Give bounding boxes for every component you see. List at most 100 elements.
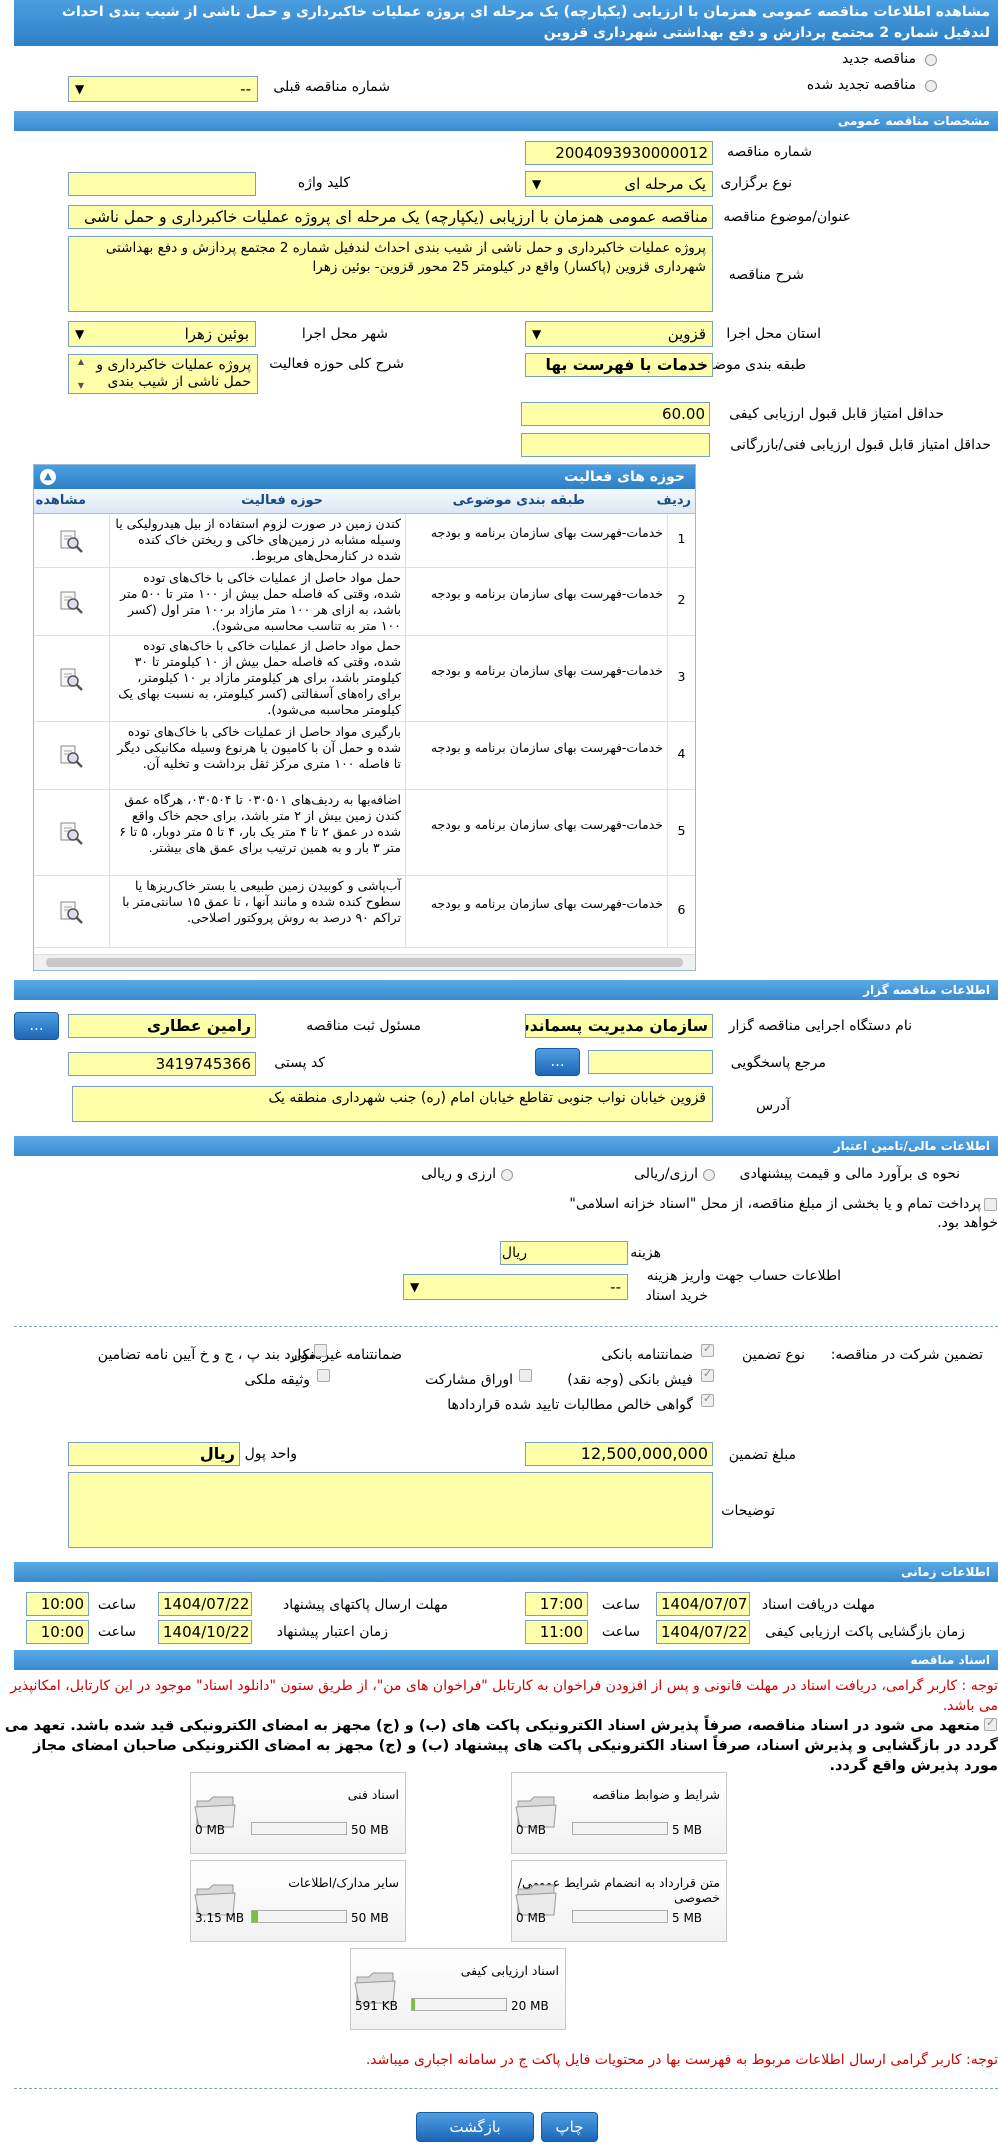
magnifier-icon[interactable] <box>58 899 84 925</box>
file-box[interactable]: سایر مدارک/اطلاعات 50 MB 3.15 MB <box>190 1860 406 1942</box>
guarantee-claims-checkbox[interactable] <box>701 1392 714 1407</box>
cell-scope: بارگیری مواد حاصل از عملیات خاکی با خاک‌… <box>109 722 405 789</box>
guarantee-bonds-checkbox[interactable] <box>519 1369 532 1382</box>
collapse-icon[interactable]: ▲ <box>40 469 56 485</box>
recv-date-field[interactable]: 1404/07/07 <box>656 1592 750 1616</box>
prev-number-select[interactable]: -- ▼ <box>68 76 258 102</box>
cell-row-number: 3 <box>667 636 695 721</box>
file-box[interactable]: اسناد فنی 50 MB 0 MB <box>190 1772 406 1854</box>
guarantee-bank-checkbox[interactable] <box>701 1342 714 1357</box>
send-time-label: ساعت <box>97 1597 136 1613</box>
file-box[interactable]: متن قرارداد به انضمام شرایط عمومی/خصوصی 5… <box>511 1860 727 1942</box>
open-time-field[interactable]: 11:00 <box>525 1620 588 1644</box>
send-time-field[interactable]: 10:00 <box>26 1592 89 1616</box>
guarantee-property-checkbox[interactable] <box>317 1369 330 1382</box>
cell-category: خدمات-فهرست بهای سازمان برنامه و بودجه <box>405 636 667 721</box>
magnifier-icon[interactable] <box>58 528 84 554</box>
magnifier-icon[interactable] <box>58 743 84 769</box>
cell-row-number: 4 <box>667 722 695 789</box>
province-label: استان محل اجرا <box>726 326 821 342</box>
grid-title-bar: حوزه های فعالیت ▲ <box>34 465 695 489</box>
radio-rial[interactable] <box>703 1169 715 1181</box>
cell-scope: کندن زمین در صورت لزوم استفاده از بیل هی… <box>109 514 405 567</box>
cell-view[interactable] <box>34 636 109 721</box>
valid-label: زمان اعتبار پیشنهاد <box>276 1624 388 1640</box>
city-select[interactable]: بوئین زهرا ▼ <box>68 321 256 347</box>
radio-new-tender[interactable] <box>925 54 937 66</box>
account-select[interactable]: -- ▼ <box>403 1274 628 1300</box>
type-select[interactable]: یک مرحله ای ▼ <box>525 171 713 197</box>
col-row[interactable]: ردیف <box>656 493 691 508</box>
ref-field[interactable] <box>588 1050 713 1074</box>
currency-field[interactable]: ریال <box>68 1442 240 1466</box>
category-field[interactable]: خدمات با فهرست بها <box>525 353 713 377</box>
magnifier-icon[interactable] <box>58 666 84 692</box>
scroll-arrows[interactable]: ▲ ▼ <box>70 356 84 392</box>
min-tech-field[interactable] <box>521 433 710 457</box>
open-time-label: ساعت <box>601 1624 640 1640</box>
org-lookup-button[interactable]: ... <box>14 1012 59 1040</box>
recv-time-field[interactable]: 17:00 <box>525 1592 588 1616</box>
horizontal-scrollbar[interactable] <box>34 954 695 970</box>
print-button[interactable]: چاپ <box>541 2112 598 2142</box>
radio-renewed-tender[interactable] <box>925 80 937 92</box>
file-usage-fill <box>252 1911 258 1922</box>
radio-both[interactable] <box>501 1169 513 1181</box>
desc-field[interactable]: پروژه عملیات خاکبرداری و حمل ناشی از شیب… <box>68 236 713 312</box>
cell-category: خدمات-فهرست بهای سازمان برنامه و بودجه <box>405 722 667 789</box>
subject-field[interactable]: مناقصه عمومی همزمان با ارزیابی (یکپارچه)… <box>68 205 713 229</box>
ref-lookup-button[interactable]: ... <box>535 1048 580 1076</box>
cell-view[interactable] <box>34 876 109 947</box>
send-date-field[interactable]: 1404/07/22 <box>158 1592 252 1616</box>
recv-label: مهلت دریافت اسناد <box>761 1597 875 1613</box>
guarantee-cash-checkbox[interactable] <box>701 1367 714 1382</box>
valid-time-field[interactable]: 10:00 <box>26 1620 89 1644</box>
addr-field[interactable]: قزوین خیابان نواب جنوبی تقاطع خیابان اما… <box>72 1086 713 1122</box>
commit-text: متعهد می شود در اسناد مناقصه، صرفاً پذیر… <box>4 1718 998 1774</box>
table-row: 1 خدمات-فهرست بهای سازمان برنامه و بودجه ک… <box>34 514 695 568</box>
province-select[interactable]: قزوین ▼ <box>525 321 713 347</box>
col-category[interactable]: طبقه بندی موضوعی <box>453 493 585 508</box>
section-docs: اسناد مناقصه <box>14 1650 998 1670</box>
chevron-down-icon: ▼ <box>75 82 85 96</box>
file-usage-fill <box>412 1999 415 2010</box>
cell-scope: حمل مواد حاصل از عملیات خاکی با خاک‌های … <box>109 636 405 721</box>
chevron-down-icon: ▼ <box>410 1280 420 1294</box>
resp-field[interactable]: رامین عطاری <box>68 1014 256 1038</box>
tender-number-field[interactable]: 2004093930000012 <box>525 141 713 165</box>
notes-field[interactable] <box>68 1472 713 1548</box>
keyword-field[interactable] <box>68 172 256 196</box>
min-quality-field[interactable]: 60.00 <box>521 402 710 426</box>
amount-field[interactable]: 12,500,000,000 <box>525 1442 713 1466</box>
postal-label: کد پستی <box>274 1055 325 1071</box>
cell-view[interactable] <box>34 722 109 789</box>
type-label: نوع برگزاری <box>720 175 792 191</box>
back-button[interactable]: بازگشت <box>416 2112 534 2142</box>
file-max-size: 5 MB <box>672 1823 703 1837</box>
file-max-size: 50 MB <box>351 1911 389 1925</box>
magnifier-icon[interactable] <box>58 589 84 615</box>
cell-view[interactable] <box>34 568 109 635</box>
magnifier-icon[interactable] <box>58 820 84 846</box>
grid-body: 1 خدمات-فهرست بهای سازمان برنامه و بودجه ک… <box>34 514 695 954</box>
scope-field[interactable]: پروژه عملیات خاکبرداری و حمل ناشی از شیب… <box>68 354 258 394</box>
guarantee-claims-label: گواهی خالص مطالبات تایید شده قراردادها <box>447 1397 693 1413</box>
col-view[interactable]: مشاهده <box>36 493 86 508</box>
city-label: شهر محل اجرا <box>301 326 388 342</box>
treasury-checkbox[interactable] <box>984 1198 997 1211</box>
file-used-size: 0 MB <box>516 1911 547 1925</box>
min-quality-label: حداقل امتیاز قابل قبول ارزیابی کیفی <box>729 406 944 422</box>
file-box[interactable]: شرایط و ضوابط مناقصه 5 MB 0 MB <box>511 1772 727 1854</box>
cell-view[interactable] <box>34 514 109 567</box>
postal-field[interactable]: 3419745366 <box>68 1052 256 1076</box>
org-field[interactable]: سازمان مدیریت پسماندشهر <box>525 1014 713 1038</box>
new-tender-label: مناقصه جدید <box>841 51 916 67</box>
col-scope[interactable]: حوزه فعالیت <box>241 493 323 508</box>
cell-view[interactable] <box>34 790 109 875</box>
file-used-size: 0 MB <box>195 1823 226 1837</box>
valid-time-label: ساعت <box>97 1624 136 1640</box>
open-date-field[interactable]: 1404/07/22 <box>656 1620 750 1644</box>
file-box[interactable]: اسناد ارزیابی کیفی 20 MB 591 KB <box>350 1948 566 2030</box>
valid-date-field[interactable]: 1404/10/22 <box>158 1620 252 1644</box>
cell-row-number: 5 <box>667 790 695 875</box>
